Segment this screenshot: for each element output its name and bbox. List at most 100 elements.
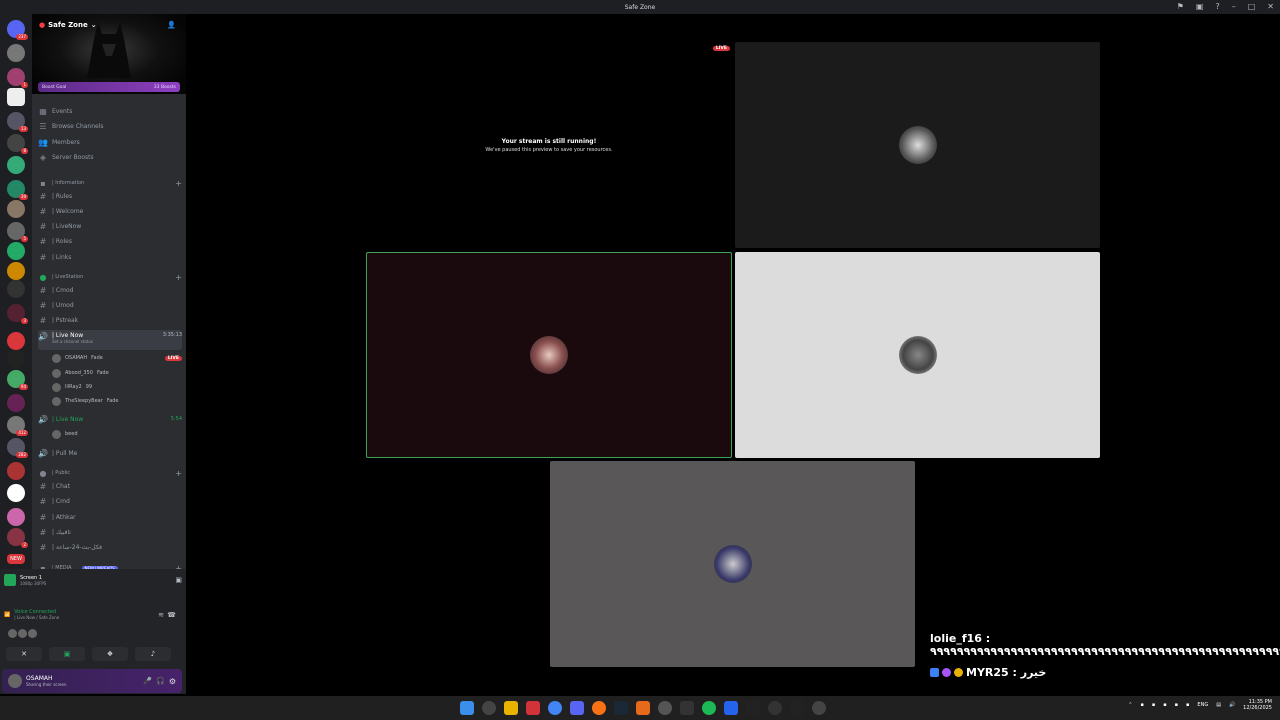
channel-cmod[interactable]: # | Cmod	[38, 283, 182, 297]
microphone-icon[interactable]: 🎤	[143, 677, 152, 685]
server-icon[interactable]	[7, 332, 25, 350]
channel-pstreak[interactable]: # | Pstreak	[38, 313, 182, 327]
firefox-icon[interactable]	[592, 701, 606, 715]
server-icon[interactable]	[7, 200, 25, 218]
category-information[interactable]: ▪ | Information +	[38, 176, 182, 190]
server-icon[interactable]: 8	[7, 134, 28, 154]
home-button[interactable]: 237	[7, 20, 28, 40]
file-explorer-icon[interactable]	[504, 701, 518, 715]
channel-athkar[interactable]: # | Athkar	[38, 510, 182, 524]
terminal-icon[interactable]	[680, 701, 694, 715]
chrome-icon[interactable]	[548, 701, 562, 715]
channel-links[interactable]: # | Links	[38, 250, 182, 264]
channel-umod[interactable]: # | Umod	[38, 298, 182, 312]
noise-suppression-icon[interactable]: ≋	[158, 611, 164, 619]
disconnect-icon[interactable]: ☎	[167, 611, 176, 619]
server-icon[interactable]	[7, 394, 25, 412]
channel-chat[interactable]: # | Chat	[38, 479, 182, 493]
browse-channels-link[interactable]: ☰ Browse Channels	[38, 119, 182, 133]
voice-channel-pull-me[interactable]: 🔊 | Pull Me	[38, 446, 182, 460]
server-icon[interactable]: 2	[7, 528, 28, 548]
participant-tile-speaking[interactable]	[366, 252, 732, 458]
server-icon[interactable]: 94	[7, 370, 28, 390]
tray-app-icon[interactable]: ▪	[1152, 702, 1155, 708]
volume-icon[interactable]: 🔊	[1229, 702, 1235, 708]
server-icon[interactable]	[7, 44, 25, 62]
voice-user[interactable]: OSAMAH Fade LIVE	[52, 351, 182, 365]
add-channel-icon[interactable]: +	[175, 179, 182, 188]
activities-button[interactable]: ❖	[92, 647, 128, 661]
members-link[interactable]: 👥 Members	[38, 135, 182, 149]
server-icon[interactable]: 39	[7, 180, 28, 200]
channel-cmd[interactable]: # | Cmd	[38, 494, 182, 508]
minimize-button[interactable]: –	[1232, 2, 1236, 11]
voice-channel-live-now-2[interactable]: 🔊 | Live Now 5:54	[38, 412, 182, 426]
network-icon[interactable]: ▤	[1216, 702, 1221, 708]
vlc-icon[interactable]	[636, 701, 650, 715]
headphones-icon[interactable]: 🎧	[156, 677, 165, 685]
help-icon[interactable]: ?	[1215, 2, 1219, 11]
participant-tile[interactable]	[735, 42, 1100, 248]
category-public[interactable]: ● | Public +	[38, 466, 183, 480]
channel-welcome[interactable]: # | Welcome	[38, 204, 182, 218]
tray-chevron-icon[interactable]: ⌃	[1128, 702, 1132, 708]
voice-user[interactable]: beed	[52, 427, 182, 441]
stream-button[interactable]: ▣	[49, 647, 85, 661]
channel-roles[interactable]: # | Roles	[38, 234, 182, 248]
server-icon[interactable]	[7, 462, 25, 480]
voice-user[interactable]: TheSleepyBear Fade	[52, 394, 182, 408]
maximize-button[interactable]: □	[1248, 2, 1256, 11]
clock[interactable]: 11:35 PM 12/26/2025	[1243, 699, 1272, 711]
app-icon[interactable]	[746, 701, 760, 715]
tray-app-icon[interactable]: ▪	[1163, 702, 1166, 708]
server-icon[interactable]	[7, 484, 25, 502]
channel-arabic-2[interactable]: # | فكل-بث-24-ساعة	[38, 540, 182, 554]
soundboard-button[interactable]: ♪	[135, 647, 171, 661]
server-icon[interactable]	[7, 280, 25, 298]
participant-tile[interactable]	[735, 252, 1100, 458]
server-icon[interactable]: 5	[7, 222, 28, 242]
media-app-icon[interactable]	[526, 701, 540, 715]
language-indicator[interactable]: ENG	[1197, 702, 1208, 708]
voice-status[interactable]: 📶 Voice Connected | Live Now / Safe Zone	[4, 609, 59, 620]
tray-app-icon[interactable]: ▪	[1175, 702, 1178, 708]
voice-channel-live-now[interactable]: 🔊 | Live Now Set a channel status 3:35:1…	[38, 330, 182, 350]
gear-icon[interactable]: ⚙	[169, 677, 176, 686]
participant-tile[interactable]	[550, 461, 915, 667]
server-icon[interactable]	[7, 156, 25, 174]
server-icon[interactable]: 282	[7, 438, 28, 458]
server-name-header[interactable]: ● Safe Zone ⌄	[39, 21, 97, 29]
server-icon[interactable]	[7, 508, 25, 526]
screen-settings-icon[interactable]: ▣	[175, 576, 182, 584]
own-stream-tile[interactable]: LIVE Your stream is still running! We've…	[366, 42, 732, 248]
channel-livenow[interactable]: # | LiveNow	[38, 219, 182, 233]
server-icon[interactable]: 13	[7, 112, 28, 132]
discord-icon[interactable]	[570, 701, 584, 715]
boost-goal-bar[interactable]: Boost Goal 33 Boosts	[38, 82, 180, 92]
server-icon[interactable]	[7, 88, 25, 106]
steam-icon[interactable]	[614, 701, 628, 715]
server-icon[interactable]	[7, 242, 25, 260]
new-servers-pill[interactable]: NEW	[7, 554, 25, 564]
server-icon[interactable]	[7, 262, 25, 280]
category-livestation[interactable]: ● | LiveStation +	[38, 270, 183, 284]
channel-arabic-1[interactable]: # | ثاقبيك	[38, 525, 182, 539]
screen-share-card[interactable]: Screen 1 1080p 30FPS ▣	[4, 571, 182, 589]
app-icon[interactable]	[658, 701, 672, 715]
server-icon[interactable]: 3	[7, 304, 28, 324]
server-icon[interactable]	[7, 350, 25, 368]
user-panel[interactable]: OSAMAH Sharing their screen 🎤 🎧 ⚙	[2, 669, 182, 693]
close-button[interactable]: ✕	[1267, 2, 1274, 11]
channel-rules[interactable]: # | Rules	[38, 189, 182, 203]
server-icon[interactable]: 1	[7, 68, 28, 88]
spotify-icon[interactable]	[702, 701, 716, 715]
app-icon[interactable]	[790, 701, 804, 715]
events-link[interactable]: ▦ Events	[38, 104, 182, 118]
tray-app-icon[interactable]: ▪	[1186, 702, 1189, 708]
invite-icon[interactable]: 👤	[167, 21, 176, 29]
inbox-icon[interactable]: ⚑	[1177, 2, 1184, 11]
server-icon[interactable]: 412	[7, 416, 28, 436]
window-icon[interactable]: ▣	[1196, 2, 1204, 11]
app-icon[interactable]	[768, 701, 782, 715]
windows-start-icon[interactable]	[460, 701, 474, 715]
